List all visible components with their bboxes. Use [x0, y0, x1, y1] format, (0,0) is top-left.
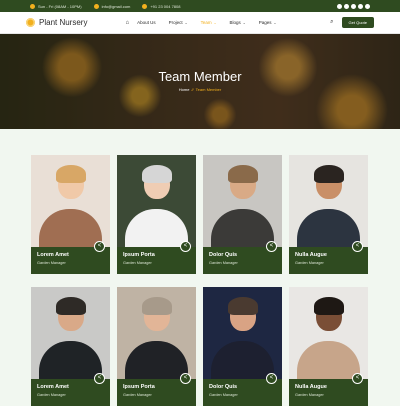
share-icon[interactable]: <: [94, 373, 105, 384]
member-name[interactable]: Lorem Amet: [37, 384, 104, 390]
flower-icon: [26, 18, 35, 27]
get-quote-button[interactable]: Get Quote: [341, 17, 374, 28]
member-name[interactable]: Ipsum Porta: [123, 384, 190, 390]
logo-text: Plant Nursery: [39, 18, 88, 27]
team-card[interactable]: < Ipsum Porta Garden Manager: [117, 155, 196, 274]
phone-info[interactable]: +91 23 004 7808: [142, 3, 180, 9]
member-name[interactable]: Nulla Augue: [295, 252, 362, 258]
twitter-icon[interactable]: [344, 3, 349, 9]
hours-text: Sun - Fri (08AM - 10PM): [38, 3, 82, 9]
team-card[interactable]: < Nulla Augue Garden Manager: [289, 287, 368, 406]
chevron-down-icon: ⌄: [242, 20, 246, 25]
team-card[interactable]: < Lorem Amet Garden Manager: [31, 155, 110, 274]
member-role: Garden Manager: [209, 393, 238, 397]
chevron-down-icon: ⌄: [273, 20, 277, 25]
member-name[interactable]: Ipsum Porta: [123, 252, 190, 258]
mail-icon: [93, 3, 99, 9]
nav-item-blogs[interactable]: Blogs ⌄: [230, 20, 246, 25]
nav-item-label: Pages: [258, 20, 272, 25]
member-name[interactable]: Dolor Quis: [209, 384, 276, 390]
nav-item-label: Project: [168, 20, 183, 25]
share-icon[interactable]: <: [94, 241, 105, 252]
member-photo: [31, 287, 110, 379]
breadcrumb-home[interactable]: Home: [179, 87, 190, 92]
member-role: Garden Manager: [295, 393, 324, 397]
team-card[interactable]: < Dolor Quis Garden Manager: [203, 287, 282, 406]
share-icon[interactable]: <: [266, 373, 277, 384]
pinterest-icon[interactable]: [365, 3, 370, 9]
team-grid: < Lorem Amet Garden Manager < Ipsum Porta Gar…: [31, 155, 369, 406]
member-role: Garden Manager: [295, 261, 324, 265]
main-navigation: Plant Nursery ⌂ About Us Project ⌄ Team ⌄ Blo…: [0, 12, 400, 34]
nav-item-pages[interactable]: Pages ⌄: [259, 20, 277, 25]
member-photo: [117, 155, 196, 247]
nav-item-team[interactable]: Team ⌄: [201, 20, 217, 25]
breadcrumb: Home//Team Member: [0, 87, 400, 92]
member-photo: [289, 287, 368, 379]
nav-item-project[interactable]: Project ⌄: [169, 20, 188, 25]
team-card[interactable]: < Ipsum Porta Garden Manager: [117, 287, 196, 406]
member-role: Garden Manager: [37, 393, 66, 397]
chevron-down-icon: ⌄: [213, 20, 217, 25]
facebook-icon[interactable]: [337, 3, 342, 9]
member-role: Garden Manager: [209, 261, 238, 265]
member-role: Garden Manager: [123, 393, 152, 397]
linkedin-icon[interactable]: [351, 3, 356, 9]
hours-info: Sun - Fri (08AM - 10PM): [30, 3, 82, 9]
member-name[interactable]: Lorem Amet: [37, 252, 104, 258]
team-card[interactable]: < Nulla Augue Garden Manager: [289, 155, 368, 274]
nav-menu: About Us Project ⌄ Team ⌄ Blogs ⌄ Pages ⌄: [137, 20, 289, 25]
nav-item-label: Team: [200, 20, 212, 25]
page-title: Team Member: [158, 69, 242, 84]
share-icon[interactable]: <: [352, 241, 363, 252]
member-role: Garden Manager: [37, 261, 66, 265]
top-info-bar: Sun - Fri (08AM - 10PM) info@gmail.com +…: [0, 0, 400, 12]
breadcrumb-current: Team Member: [195, 87, 222, 92]
email-text[interactable]: info@gmail.com: [102, 4, 131, 9]
social-links: [335, 3, 370, 9]
member-name[interactable]: Nulla Augue: [295, 384, 362, 390]
member-photo: [203, 155, 282, 247]
nav-item-label: Blogs: [229, 20, 241, 25]
share-icon[interactable]: <: [180, 373, 191, 384]
share-icon[interactable]: <: [180, 241, 191, 252]
share-icon[interactable]: <: [266, 241, 277, 252]
phone-text[interactable]: +91 23 004 7808: [150, 4, 180, 9]
email-info[interactable]: info@gmail.com: [93, 3, 131, 9]
chevron-down-icon: ⌄: [184, 20, 188, 25]
member-photo: [31, 155, 110, 247]
member-photo: [117, 287, 196, 379]
logo[interactable]: Plant Nursery: [26, 18, 87, 27]
home-icon[interactable]: ⌂: [125, 20, 129, 26]
page-banner: Team Member Home//Team Member: [0, 34, 400, 129]
nav-item-label: About Us: [137, 20, 156, 25]
search-icon[interactable]: ⌕: [330, 19, 333, 26]
share-icon[interactable]: <: [352, 373, 363, 384]
member-photo: [203, 287, 282, 379]
team-card[interactable]: < Lorem Amet Garden Manager: [31, 287, 110, 406]
instagram-icon[interactable]: [358, 3, 363, 9]
member-role: Garden Manager: [123, 261, 152, 265]
team-card[interactable]: < Dolor Quis Garden Manager: [203, 155, 282, 274]
breadcrumb-separator: //: [191, 87, 194, 92]
nav-item-about-us[interactable]: About Us: [137, 20, 156, 25]
member-name[interactable]: Dolor Quis: [209, 252, 276, 258]
clock-icon: [30, 3, 35, 9]
member-photo: [289, 155, 368, 247]
phone-icon: [142, 3, 148, 9]
